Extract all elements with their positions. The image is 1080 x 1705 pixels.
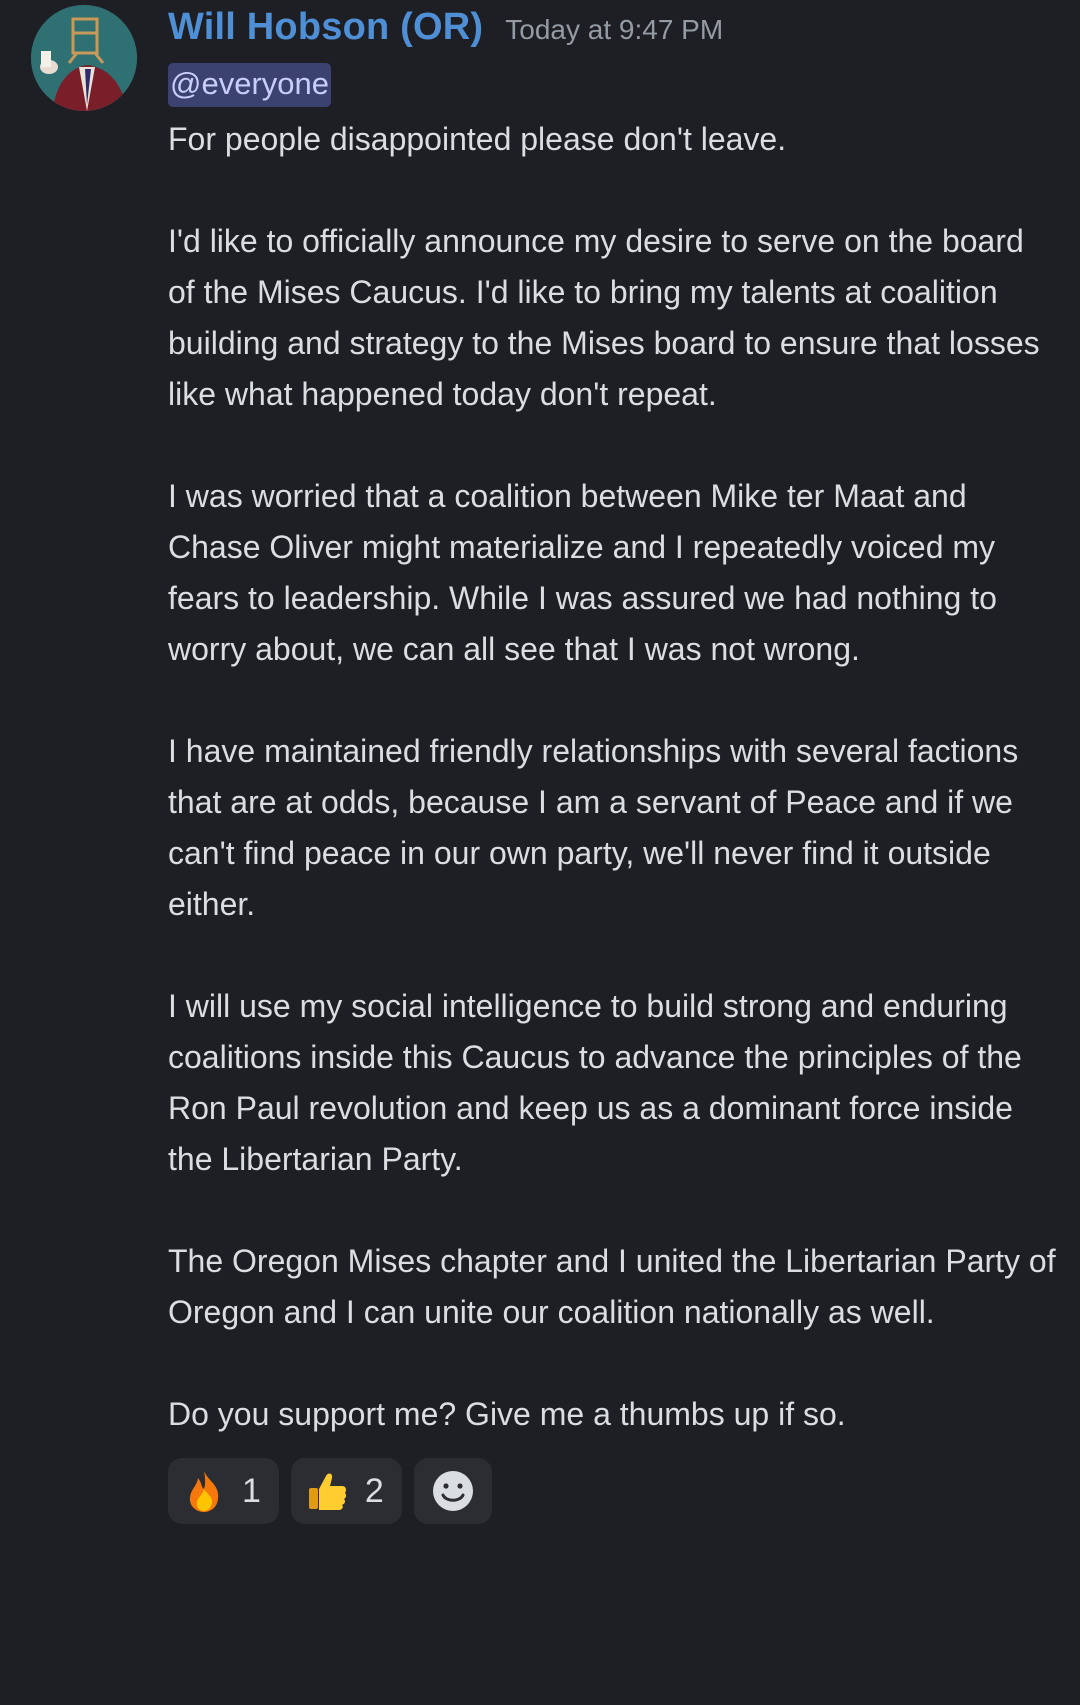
reactions-bar: 1 2 xyxy=(168,1458,1058,1524)
avatar[interactable] xyxy=(31,5,137,111)
reaction-count: 1 xyxy=(242,1471,261,1510)
smiley-add-reaction-icon xyxy=(431,1469,475,1513)
message-paragraph: Do you support me? Give me a thumbs up i… xyxy=(168,1396,846,1432)
author-name[interactable]: Will Hobson (OR) xyxy=(168,6,483,49)
reaction-count: 2 xyxy=(364,1471,384,1510)
message-paragraph: I was worried that a coalition between M… xyxy=(168,478,997,667)
message-paragraph: For people disappointed please don't lea… xyxy=(168,121,787,157)
message-timestamp[interactable]: Today at 9:47 PM xyxy=(505,14,723,46)
message-body: For people disappointed please don't lea… xyxy=(168,114,1058,1440)
fire-emoji-icon xyxy=(182,1469,226,1513)
message-paragraph: I will use my social intelligence to bui… xyxy=(168,988,1022,1177)
message-paragraph: The Oregon Mises chapter and I united th… xyxy=(168,1243,1056,1330)
reaction-thumbs-up[interactable]: 2 xyxy=(290,1458,402,1524)
mention-line: @everyone xyxy=(168,62,1058,108)
thumbs-up-emoji-icon xyxy=(305,1469,349,1513)
avatar-image xyxy=(31,5,137,111)
message-paragraph: I have maintained friendly relationships… xyxy=(168,733,1019,922)
add-reaction-button[interactable] xyxy=(413,1458,492,1524)
everyone-mention[interactable]: @everyone xyxy=(168,63,331,107)
message-paragraph: I'd like to officially announce my desir… xyxy=(168,223,1040,412)
message-header: Will Hobson (OR) Today at 9:47 PM xyxy=(168,0,1058,70)
message-content: Will Hobson (OR) Today at 9:47 PM @every… xyxy=(168,0,1058,1524)
reaction-fire[interactable]: 1 xyxy=(168,1458,279,1524)
